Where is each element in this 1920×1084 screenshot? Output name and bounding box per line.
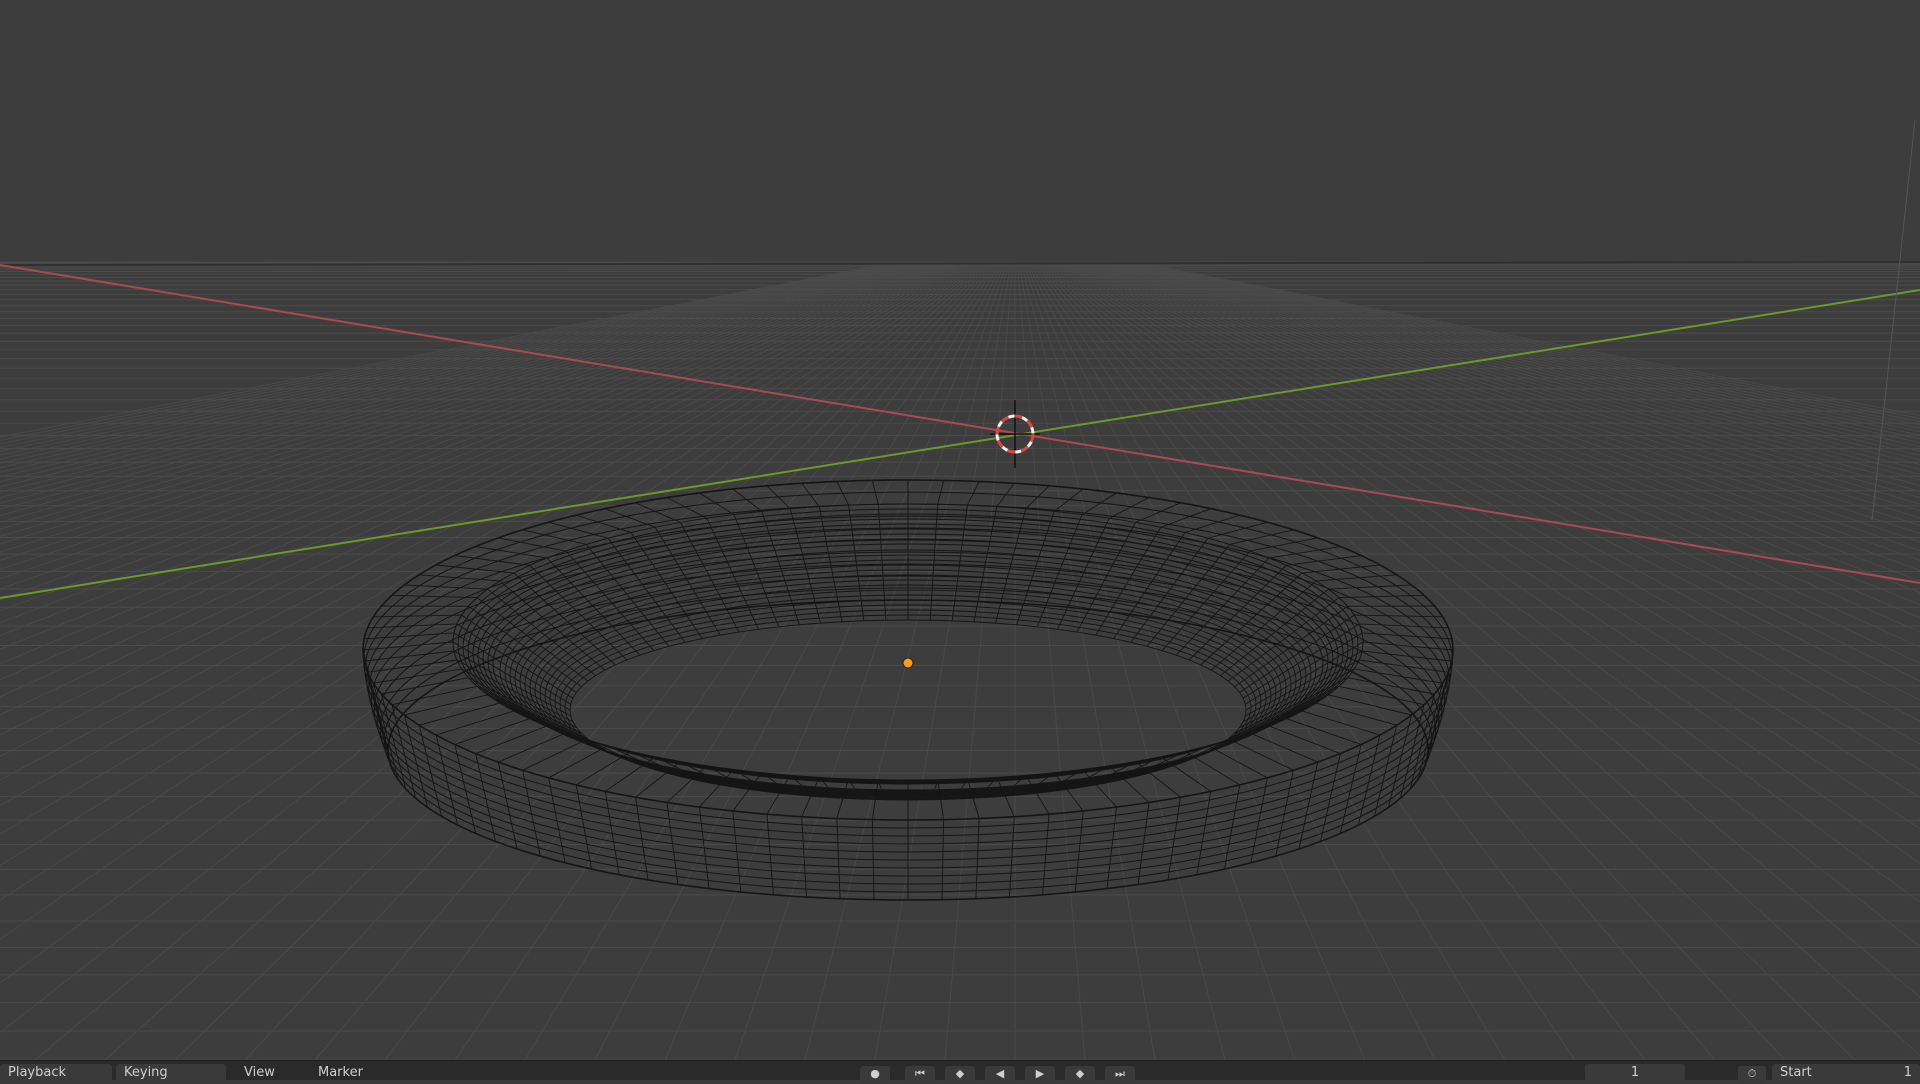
keying-menu[interactable]: Keying xyxy=(116,1064,226,1082)
stopwatch-icon[interactable]: ⏱ xyxy=(1738,1066,1766,1084)
jump-end-button[interactable]: ⏭ xyxy=(1105,1066,1135,1084)
keying-menu-label: Keying xyxy=(124,1065,168,1080)
start-frame-value: 1 xyxy=(1903,1065,1912,1080)
current-frame-value: 1 xyxy=(1630,1065,1640,1080)
timeline-header: Playback Keying View Marker ● ⏮ ◆ ◀ ▶ ◆ ⏭ 1 ⏱ … xyxy=(0,1060,1920,1084)
jump-start-button[interactable]: ⏮ xyxy=(905,1066,935,1084)
view-menu[interactable]: View xyxy=(244,1064,275,1082)
gizmo-edge-line xyxy=(1871,119,1916,521)
current-frame-field[interactable]: 1 xyxy=(1585,1064,1685,1082)
play-reverse-button[interactable]: ◀ xyxy=(985,1066,1015,1084)
next-keyframe-button[interactable]: ◆ xyxy=(1065,1066,1095,1084)
record-button[interactable]: ● xyxy=(860,1066,890,1084)
torus-ring-mesh[interactable] xyxy=(362,479,1454,901)
play-button[interactable]: ▶ xyxy=(1025,1066,1055,1084)
prev-keyframe-button[interactable]: ◆ xyxy=(945,1066,975,1084)
3d-viewport[interactable] xyxy=(0,0,1920,1060)
viewport-canvas[interactable] xyxy=(0,0,1920,1060)
view-menu-label: View xyxy=(244,1065,275,1080)
playback-menu[interactable]: Playback xyxy=(0,1064,112,1082)
floor-grid xyxy=(0,261,1920,1060)
marker-menu-label: Marker xyxy=(318,1065,363,1080)
playback-menu-label: Playback xyxy=(8,1065,67,1080)
y-axis-line xyxy=(0,289,1920,599)
object-origin-dot[interactable] xyxy=(902,657,914,669)
start-frame-label: Start xyxy=(1780,1065,1812,1080)
3d-cursor-icon[interactable] xyxy=(990,400,1040,468)
start-frame-field[interactable]: Start 1 xyxy=(1772,1064,1920,1082)
marker-menu[interactable]: Marker xyxy=(318,1064,363,1082)
